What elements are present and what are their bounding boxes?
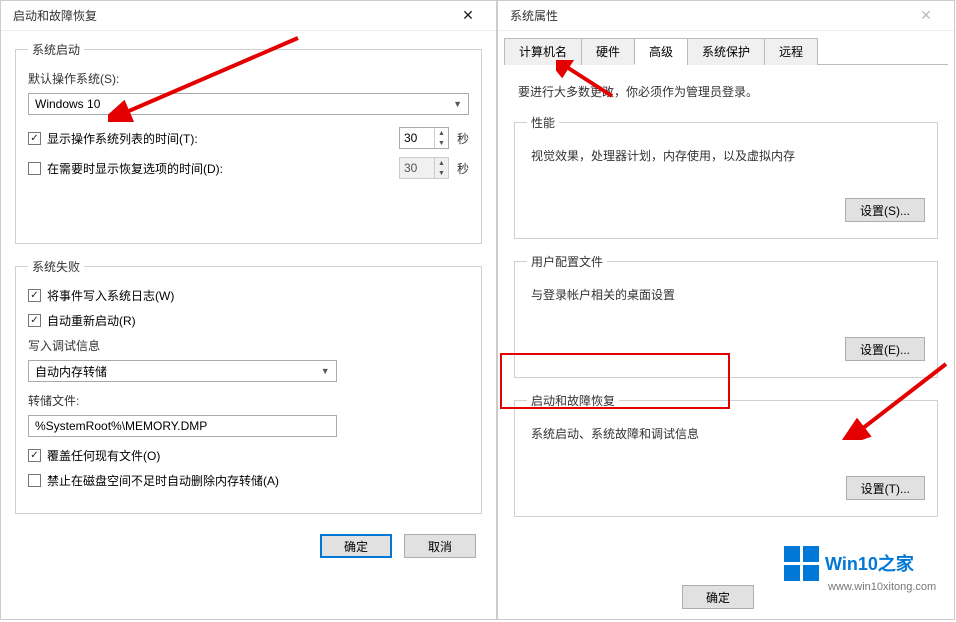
disable-auto-delete-checkbox[interactable] [28,474,41,487]
overwrite-label: 覆盖任何现有文件(O) [47,447,160,464]
chevron-down-icon: ▼ [453,99,462,109]
write-event-checkbox[interactable] [28,289,41,302]
performance-group: 性能 视觉效果，处理器计划，内存使用，以及虚拟内存 设置(S)... [514,114,938,239]
user-profile-legend: 用户配置文件 [527,253,607,270]
seconds-unit: 秒 [457,130,469,147]
tab-advanced[interactable]: 高级 [634,38,688,65]
tab-computer-name[interactable]: 计算机名 [504,38,582,65]
auto-restart-checkbox[interactable] [28,314,41,327]
show-recovery-label: 在需要时显示恢复选项的时间(D): [47,160,399,177]
titlebar: 系统属性 ✕ [498,1,954,31]
default-os-label: 默认操作系统(S): [28,70,469,87]
dump-type-select[interactable]: 自动内存转储 ▼ [28,360,337,382]
show-os-list-checkbox[interactable] [28,132,41,145]
startup-recovery-group: 启动和故障恢复 系统启动、系统故障和调试信息 设置(T)... [514,392,938,517]
write-debug-label: 写入调试信息 [28,337,469,354]
user-profile-settings-button[interactable]: 设置(E)... [845,337,925,361]
startup-recovery-desc: 系统启动、系统故障和调试信息 [531,425,925,442]
startup-recovery-legend: 启动和故障恢复 [527,392,619,409]
chevron-down-icon: ▼ [321,366,330,376]
right-content: 要进行大多数更改，你必须作为管理员登录。 性能 视觉效果，处理器计划，内存使用，… [498,65,954,567]
show-recovery-input [400,158,434,178]
show-recovery-spinner: ▲▼ [399,157,449,179]
system-failure-legend: 系统失败 [28,258,84,275]
spinner-buttons-disabled: ▲▼ [434,158,448,178]
dialog-title: 系统属性 [510,7,558,24]
disable-auto-delete-label: 禁止在磁盘空间不足时自动删除内存转储(A) [47,472,279,489]
seconds-unit-2: 秒 [457,160,469,177]
dump-file-label: 转储文件: [28,392,469,409]
ok-button[interactable]: 确定 [320,534,392,558]
show-recovery-checkbox[interactable] [28,162,41,175]
performance-settings-button[interactable]: 设置(S)... [845,198,925,222]
watermark-logo: Win10之家 www.win10xitong.com [784,524,944,614]
performance-legend: 性能 [527,114,559,131]
spinner-buttons[interactable]: ▲▼ [434,128,448,148]
startup-recovery-settings-button[interactable]: 设置(T)... [846,476,925,500]
show-os-list-input[interactable] [400,128,434,148]
default-os-value: Windows 10 [35,97,100,111]
logo-text: Win10之家 [825,550,914,576]
performance-desc: 视觉效果，处理器计划，内存使用，以及虚拟内存 [531,147,925,164]
dialog-content: 系统启动 默认操作系统(S): Windows 10 ▼ 显示操作系统列表的时间… [1,31,496,568]
system-startup-group: 系统启动 默认操作系统(S): Windows 10 ▼ 显示操作系统列表的时间… [15,41,482,244]
startup-recovery-dialog: 启动和故障恢复 ✕ 系统启动 默认操作系统(S): Windows 10 ▼ 显… [0,0,497,620]
windows-icon [784,546,819,581]
show-os-list-label: 显示操作系统列表的时间(T): [47,130,399,147]
dump-file-value: %SystemRoot%\MEMORY.DMP [35,419,207,433]
close-icon[interactable]: ✕ [906,2,946,30]
logo-url: www.win10xitong.com [828,581,936,593]
show-os-list-spinner[interactable]: ▲▼ [399,127,449,149]
titlebar: 启动和故障恢复 ✕ [1,1,496,31]
system-failure-group: 系统失败 将事件写入系统日志(W) 自动重新启动(R) 写入调试信息 自动内存转… [15,258,482,514]
ok-button-right[interactable]: 确定 [682,585,754,609]
dialog-title: 启动和故障恢复 [13,7,97,24]
admin-note: 要进行大多数更改，你必须作为管理员登录。 [518,83,938,100]
dump-type-value: 自动内存转储 [35,363,107,380]
tab-protection[interactable]: 系统保护 [687,38,765,65]
dump-file-input[interactable]: %SystemRoot%\MEMORY.DMP [28,415,337,437]
cancel-button[interactable]: 取消 [404,534,476,558]
tabs: 计算机名 硬件 高级 系统保护 远程 [504,37,948,65]
auto-restart-label: 自动重新启动(R) [47,312,136,329]
close-icon[interactable]: ✕ [448,2,488,30]
tab-remote[interactable]: 远程 [764,38,818,65]
overwrite-checkbox[interactable] [28,449,41,462]
user-profile-group: 用户配置文件 与登录帐户相关的桌面设置 设置(E)... [514,253,938,378]
tab-hardware[interactable]: 硬件 [581,38,635,65]
user-profile-desc: 与登录帐户相关的桌面设置 [531,286,925,303]
write-event-label: 将事件写入系统日志(W) [47,287,174,304]
default-os-select[interactable]: Windows 10 ▼ [28,93,469,115]
system-startup-legend: 系统启动 [28,41,84,58]
